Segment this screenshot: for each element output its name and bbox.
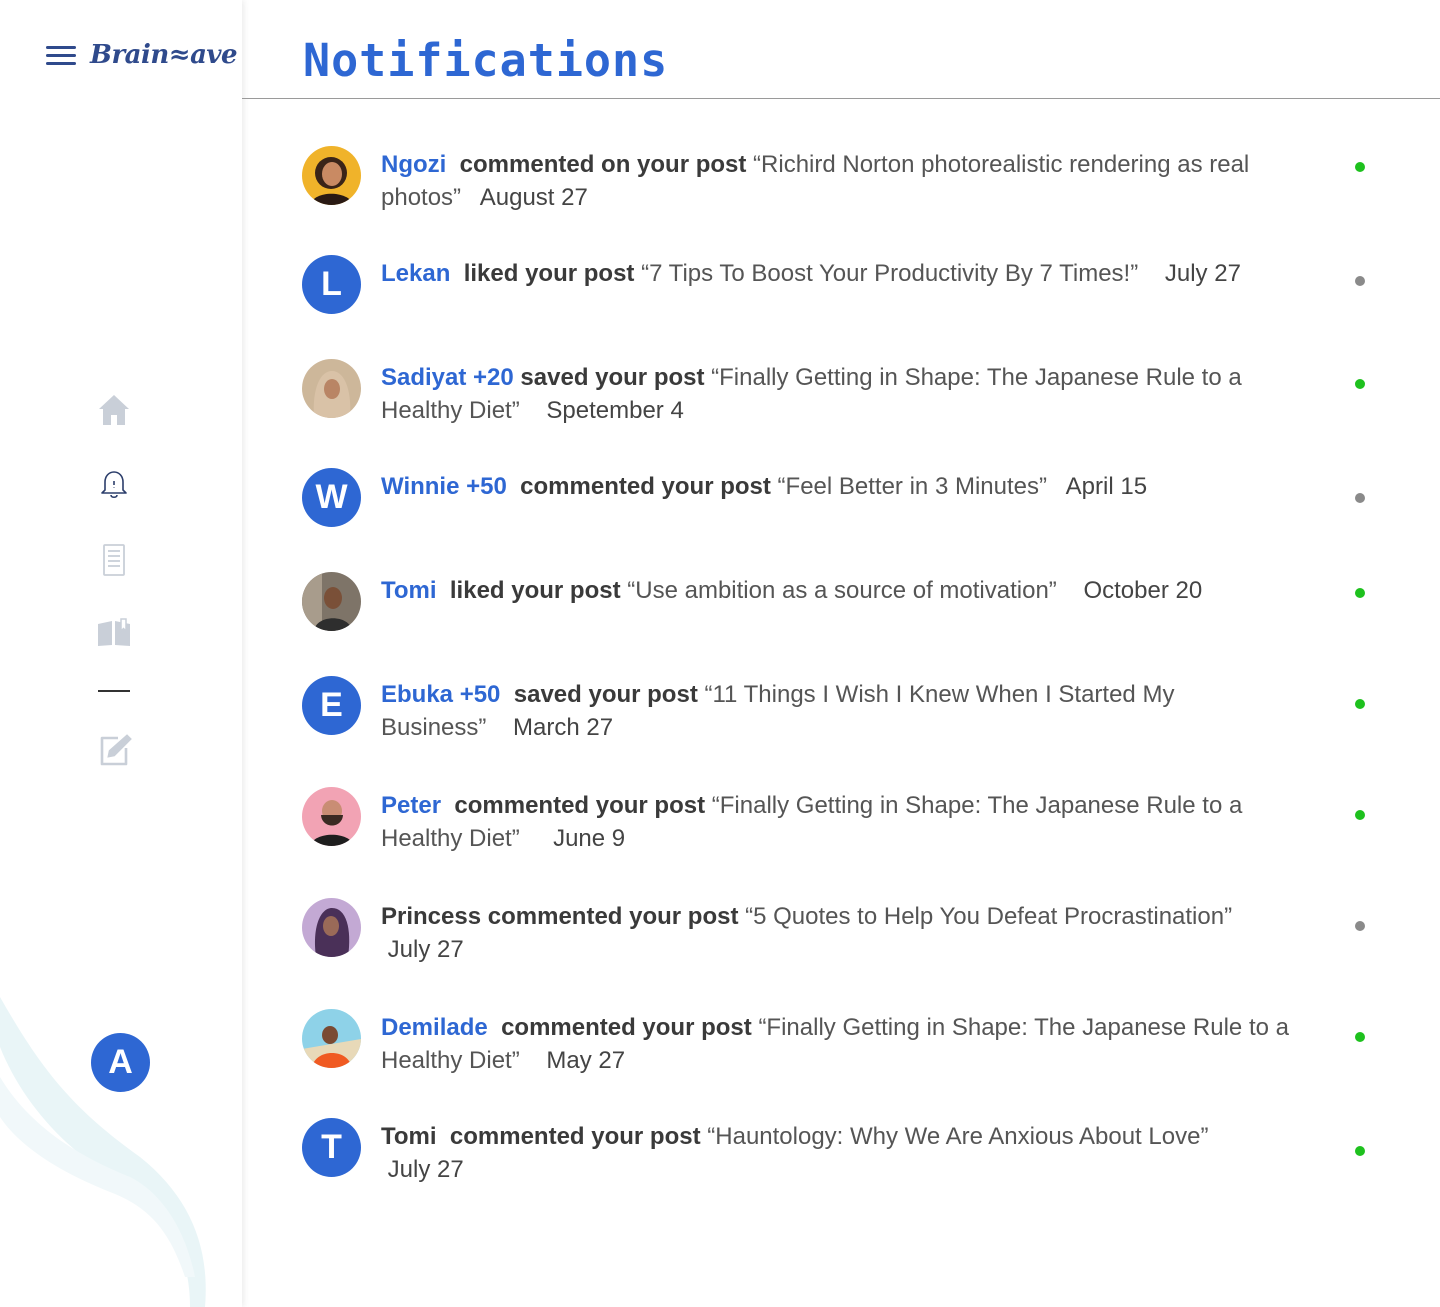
unread-indicator-dot — [1355, 1032, 1365, 1042]
user-name[interactable]: Ngozi — [381, 151, 446, 178]
user-name[interactable]: Tomi — [381, 1123, 437, 1150]
unread-indicator-dot — [1355, 1146, 1365, 1156]
post-title[interactable]: “11 Things I Wish I Knew When I Started … — [381, 681, 1174, 741]
menu-icon[interactable] — [46, 46, 76, 68]
user-name[interactable]: Peter — [381, 792, 441, 819]
user-avatar[interactable]: A — [91, 1033, 150, 1092]
bell-icon[interactable] — [96, 466, 132, 502]
notification-text: Ebuka +50 saved your post “11 Things I W… — [381, 678, 1291, 744]
avatar: T — [302, 1118, 361, 1177]
notification-date: April 15 — [1065, 473, 1148, 500]
notification-date: July 27 — [1164, 260, 1241, 287]
user-name[interactable]: Lekan — [381, 260, 450, 287]
notification-text: Princess commented your post “5 Quotes t… — [381, 900, 1291, 966]
notification-date: October 20 — [1083, 577, 1203, 604]
page-title: Notifications — [303, 34, 669, 87]
notification-text: Tomi commented your post “Hauntology: Wh… — [381, 1120, 1291, 1186]
notification-date: July 27 — [387, 1156, 464, 1183]
avatar — [302, 572, 361, 631]
notification-date: July 27 — [387, 936, 464, 963]
avatar: L — [302, 255, 361, 314]
avatar — [302, 787, 361, 846]
read-indicator-dot — [1355, 921, 1365, 931]
post-title[interactable]: “Use ambition as a source of motivation” — [627, 577, 1057, 604]
notification-text: Peter commented your post “Finally Getti… — [381, 789, 1291, 855]
notification-action: commented your post — [487, 903, 739, 930]
notification-date: March 27 — [513, 714, 614, 741]
notification-date: August 27 — [479, 184, 588, 211]
user-name[interactable]: Winnie +50 — [381, 473, 507, 500]
notification-action: commented your post — [501, 1014, 752, 1041]
unread-indicator-dot — [1355, 810, 1365, 820]
post-title[interactable]: “Feel Better in 3 Minutes” — [778, 473, 1047, 500]
notification-text: Sadiyat +20 saved your post “Finally Get… — [381, 361, 1291, 427]
notification-date: May 27 — [546, 1047, 626, 1074]
notification-text: Winnie +50 commented your post “Feel Bet… — [381, 470, 1291, 503]
notification-action: saved your post — [520, 364, 705, 391]
unread-indicator-dot — [1355, 588, 1365, 598]
notification-action: commented your post — [454, 792, 706, 819]
notification-action: liked your post — [449, 577, 621, 604]
notification-text: Lekan liked your post “7 Tips To Boost Y… — [381, 257, 1291, 290]
avatar — [302, 1009, 361, 1068]
user-name[interactable]: Sadiyat +20 — [381, 364, 514, 391]
notification-action: commented your post — [520, 473, 771, 500]
notification-action: commented on your post — [459, 151, 747, 178]
notification-date: Spetember 4 — [546, 397, 684, 424]
document-icon[interactable] — [96, 542, 132, 578]
sidebar: Brain≈ave A — [0, 0, 242, 1307]
brand-logo[interactable]: Brain≈ave — [90, 40, 238, 70]
book-icon[interactable] — [96, 615, 132, 651]
post-title[interactable]: “5 Quotes to Help You Defeat Procrastina… — [745, 903, 1232, 930]
user-name[interactable]: Princess — [381, 903, 481, 930]
post-title[interactable]: “7 Tips To Boost Your Productivity By 7 … — [641, 260, 1138, 287]
notification-text: Demilade commented your post “Finally Ge… — [381, 1011, 1291, 1077]
user-name[interactable]: Ebuka +50 — [381, 681, 500, 708]
unread-indicator-dot — [1355, 162, 1365, 172]
avatar: E — [302, 676, 361, 735]
user-name[interactable]: Tomi — [381, 577, 437, 604]
avatar — [302, 146, 361, 205]
edit-icon[interactable] — [96, 732, 132, 768]
notification-action: saved your post — [513, 681, 698, 708]
nav-divider — [98, 690, 130, 692]
unread-indicator-dot — [1355, 379, 1365, 389]
notification-text: Ngozi commented on your post “Richird No… — [381, 148, 1291, 214]
notification-action: commented your post — [449, 1123, 701, 1150]
avatar — [302, 359, 361, 418]
notification-date: June 9 — [553, 825, 626, 852]
notification-text: Tomi liked your post “Use ambition as a … — [381, 574, 1291, 607]
post-title[interactable]: “Hauntology: Why We Are Anxious About Lo… — [707, 1123, 1208, 1150]
header-divider — [242, 98, 1440, 99]
user-name[interactable]: Demilade — [381, 1014, 488, 1041]
avatar: W — [302, 468, 361, 527]
notification-action: liked your post — [463, 260, 635, 287]
read-indicator-dot — [1355, 493, 1365, 503]
unread-indicator-dot — [1355, 699, 1365, 709]
avatar — [302, 898, 361, 957]
home-icon[interactable] — [96, 392, 132, 428]
read-indicator-dot — [1355, 276, 1365, 286]
